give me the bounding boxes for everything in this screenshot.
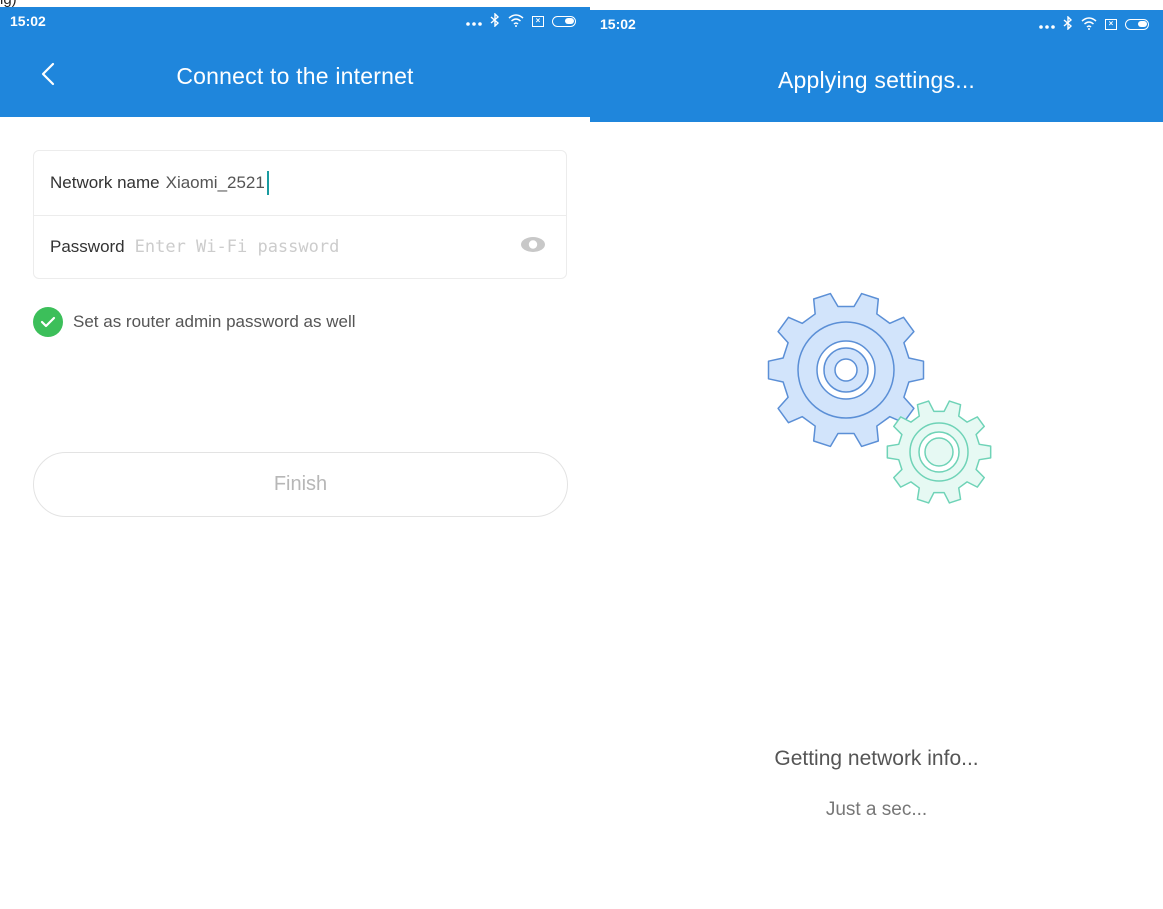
eye-icon[interactable] (520, 236, 546, 259)
text-cursor (266, 171, 269, 195)
status-icons: × (466, 12, 576, 30)
app-bar: Applying settings... (590, 38, 1163, 122)
status-time: 15:02 (600, 16, 636, 32)
status-icons: × (1039, 15, 1149, 33)
page-title: Connect to the internet (176, 62, 414, 89)
bluetooth-icon (490, 12, 500, 30)
battery-icon (1125, 19, 1149, 30)
progress-submessage: Just a sec... (825, 799, 928, 820)
gears-icon (762, 286, 992, 521)
bluetooth-icon (1063, 15, 1073, 33)
status-bar: 15:02 × (0, 7, 590, 35)
connect-screen: ig) 15:02 × Connect to the internet (0, 0, 590, 909)
battery-icon (552, 16, 576, 27)
large-gear-center (834, 358, 858, 382)
applying-settings-screen: 15:02 × Applying settings... Getting net… (590, 0, 1163, 909)
wifi-icon (508, 13, 524, 30)
wifi-icon (1081, 16, 1097, 33)
page-title: Applying settings... (777, 66, 976, 93)
cropped-text-fragment: ig) (0, 0, 590, 8)
app-bar: Connect to the internet (0, 35, 590, 117)
back-button[interactable] (28, 56, 68, 96)
password-input[interactable] (132, 236, 437, 258)
password-row: Password (34, 215, 566, 279)
sim-icon: × (532, 16, 544, 27)
network-name-row[interactable]: Network name Xiaomi_2521 (34, 151, 566, 216)
chevron-left-icon (41, 62, 55, 91)
network-name-value: Xiaomi_2521 (165, 173, 265, 192)
network-name-field[interactable]: Xiaomi_2521 (166, 171, 269, 195)
admin-password-checkbox[interactable]: Set as router admin password as well (33, 307, 356, 337)
small-gear-inner (924, 437, 954, 467)
dots-icon (1039, 17, 1055, 33)
password-label: Password (50, 237, 125, 256)
dots-icon (466, 14, 482, 30)
status-time: 15:02 (10, 13, 46, 29)
admin-password-label: Set as router admin password as well (73, 312, 356, 331)
sim-icon: × (1105, 19, 1117, 30)
progress-message: Getting network info... (774, 747, 979, 770)
wifi-form: Network name Xiaomi_2521 Password (33, 150, 567, 279)
finish-button[interactable]: Finish (33, 452, 568, 517)
checkmark-icon (33, 307, 63, 337)
status-bar: 15:02 × (590, 10, 1163, 38)
network-name-label: Network name (50, 173, 160, 192)
